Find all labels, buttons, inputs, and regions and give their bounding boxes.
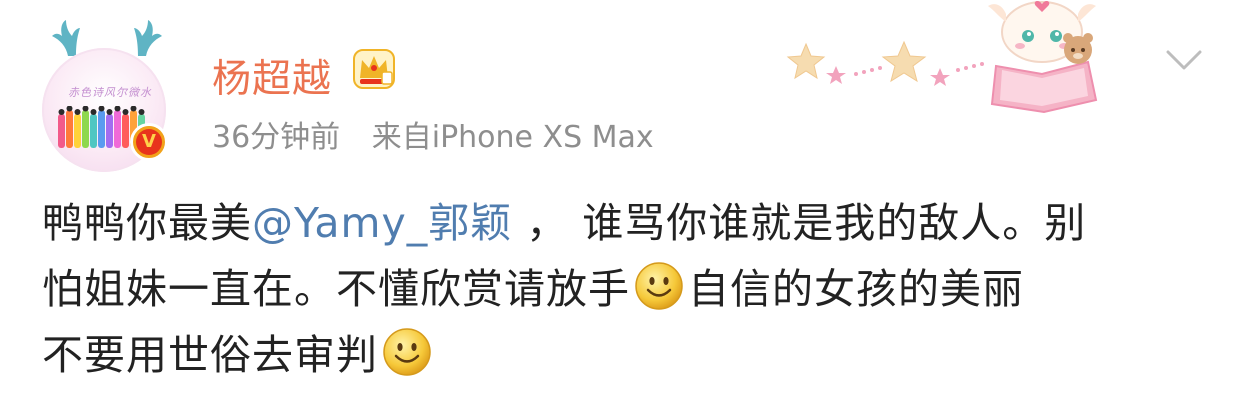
- antler-left-icon: [52, 20, 80, 56]
- post-meta: 36分钟前 来自iPhone XS Max: [212, 112, 654, 156]
- post-text: 自信的女孩的美丽: [688, 265, 1024, 313]
- mention-link[interactable]: @Yamy_郭颖: [252, 199, 512, 247]
- chevron-down-icon[interactable]: [1166, 48, 1202, 72]
- antler-right-icon: [134, 20, 162, 56]
- post-line-2: 怕姐妹一直在。不懂欣赏请放手 自信的女孩的美丽: [42, 256, 1212, 322]
- post-text: 鸭鸭你最美: [42, 199, 252, 247]
- crown-icon[interactable]: [350, 46, 398, 92]
- post-text: ， 谁骂你谁就是我的敌人。别: [512, 199, 1087, 247]
- post-text: 不要用世俗去审判: [42, 331, 378, 379]
- avatar-caption: 赤色诗风尔微水: [68, 86, 152, 99]
- post-line-1: 鸭鸭你最美@Yamy_郭颖 ， 谁骂你谁就是我的敌人。别: [42, 190, 1212, 256]
- card-decoration-image: [786, 0, 1098, 114]
- smile-emoji-icon: [635, 262, 683, 310]
- post-source[interactable]: 来自iPhone XS Max: [372, 120, 654, 155]
- post-time: 36分钟前: [212, 120, 341, 155]
- post-text: 怕姐妹一直在。不懂欣赏请放手: [42, 265, 630, 313]
- post-content: 鸭鸭你最美@Yamy_郭颖 ， 谁骂你谁就是我的敌人。别 怕姐妹一直在。不懂欣赏…: [42, 190, 1212, 388]
- avatar-container[interactable]: 赤色诗风尔微水 V: [40, 18, 175, 172]
- smile-emoji-icon: [383, 328, 431, 376]
- verified-badge: V: [130, 123, 168, 161]
- post-line-3: 不要用世俗去审判: [42, 322, 1212, 388]
- username[interactable]: 杨超越: [212, 48, 332, 104]
- verified-v-icon: V: [136, 129, 162, 155]
